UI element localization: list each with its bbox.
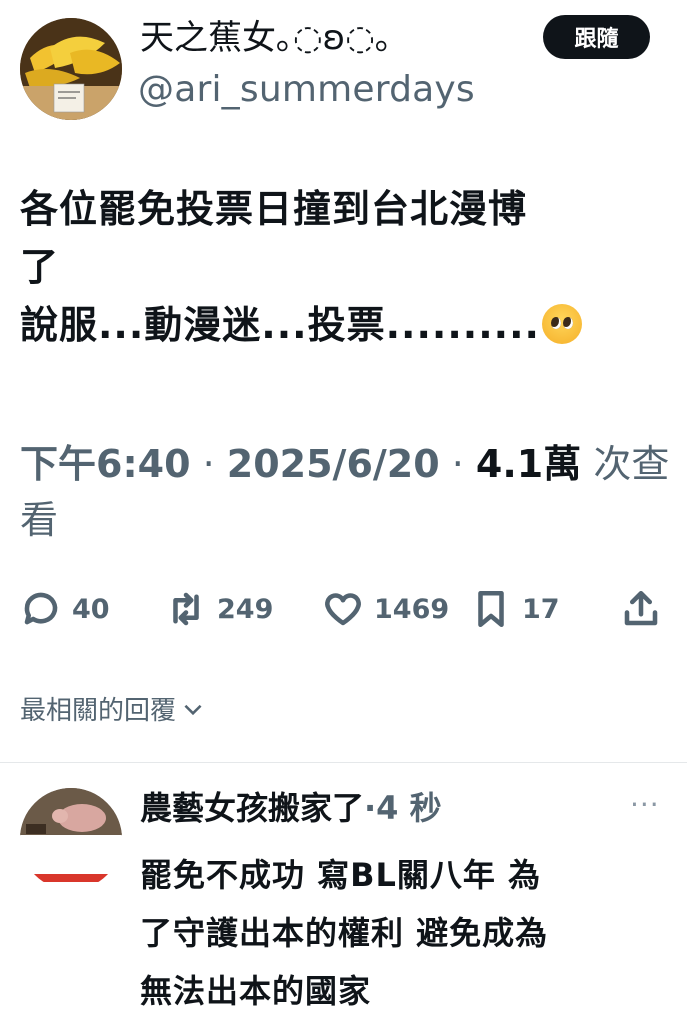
pig-photo [20,788,122,890]
section-divider [0,762,687,763]
reply-line: 了守護出本的權利 避免成為 [140,914,549,952]
tweet-date[interactable]: 2025/6/20 [227,442,440,486]
follow-button[interactable]: 跟隨 [543,15,650,59]
tweet-line: 各位罷免投票日撞到台北漫博 [20,187,528,231]
tweet-time[interactable]: 下午6:40 [20,442,191,486]
views-count: 4.1萬 [475,442,582,486]
reply-action[interactable]: 40 [20,588,110,630]
reply-author-avatar[interactable] [20,788,122,890]
banana-photo [20,18,122,120]
chevron-down-icon [184,704,202,715]
author-avatar[interactable] [20,18,122,120]
author-handle[interactable]: @ari_summerdays [138,66,475,114]
tweet-line: 說服...動漫迷...投票.......... [20,296,670,354]
tweet-meta: 下午6:40 · 2025/6/20 · 4.1萬 次查 看 [20,436,670,548]
views-label: 次查 [593,442,670,486]
reply-author-name[interactable]: 農藝女孩搬家了·4 秒 [140,784,442,832]
pleading-face-emoji-icon [541,304,582,344]
reply-author-display-name[interactable]: 農藝女孩搬家了 [140,789,364,827]
heart-icon [325,593,361,626]
like-action[interactable]: 1469 [322,588,449,630]
retweet-icon [173,592,199,626]
share-action[interactable] [620,588,662,630]
replies-sort-dropdown[interactable]: 最相關的回覆 [20,690,206,727]
meta-separator: · [202,442,227,486]
reply-line: 無法出本的國家 [140,972,372,1010]
reply-count: 40 [72,593,110,625]
more-options-icon[interactable]: ··· [630,788,660,821]
reply-line: 罷免不成功 寫BL關八年 為 [140,856,542,894]
retweet-count: 249 [217,593,274,625]
meta-separator: · [451,442,476,486]
tweet-line: 了 [20,245,60,289]
bookmark-icon [478,590,504,628]
reply-text: 罷免不成功 寫BL關八年 為 了守護出本的權利 避免成為 無法出本的國家 [140,846,670,1020]
reply-icon [24,592,58,625]
tweet-line-text: 說服...動漫迷...投票.......... [20,303,540,347]
author-display-name[interactable]: 天之蕉女｡◌ʚ◌｡ [140,14,392,62]
replies-sort-label: 最相關的回覆 [20,696,177,726]
share-icon [624,590,658,626]
retweet-action[interactable]: 249 [165,588,273,630]
bookmark-count: 17 [522,593,560,625]
bookmark-action[interactable]: 17 [470,588,560,630]
like-count: 1469 [374,593,450,625]
tweet-text: 各位罷免投票日撞到台北漫博 了 說服...動漫迷...投票.......... [20,180,670,354]
views-label-cont: 看 [20,498,59,542]
reply-separator: · [364,789,377,827]
reply-time-ago[interactable]: 4 秒 [376,789,441,827]
